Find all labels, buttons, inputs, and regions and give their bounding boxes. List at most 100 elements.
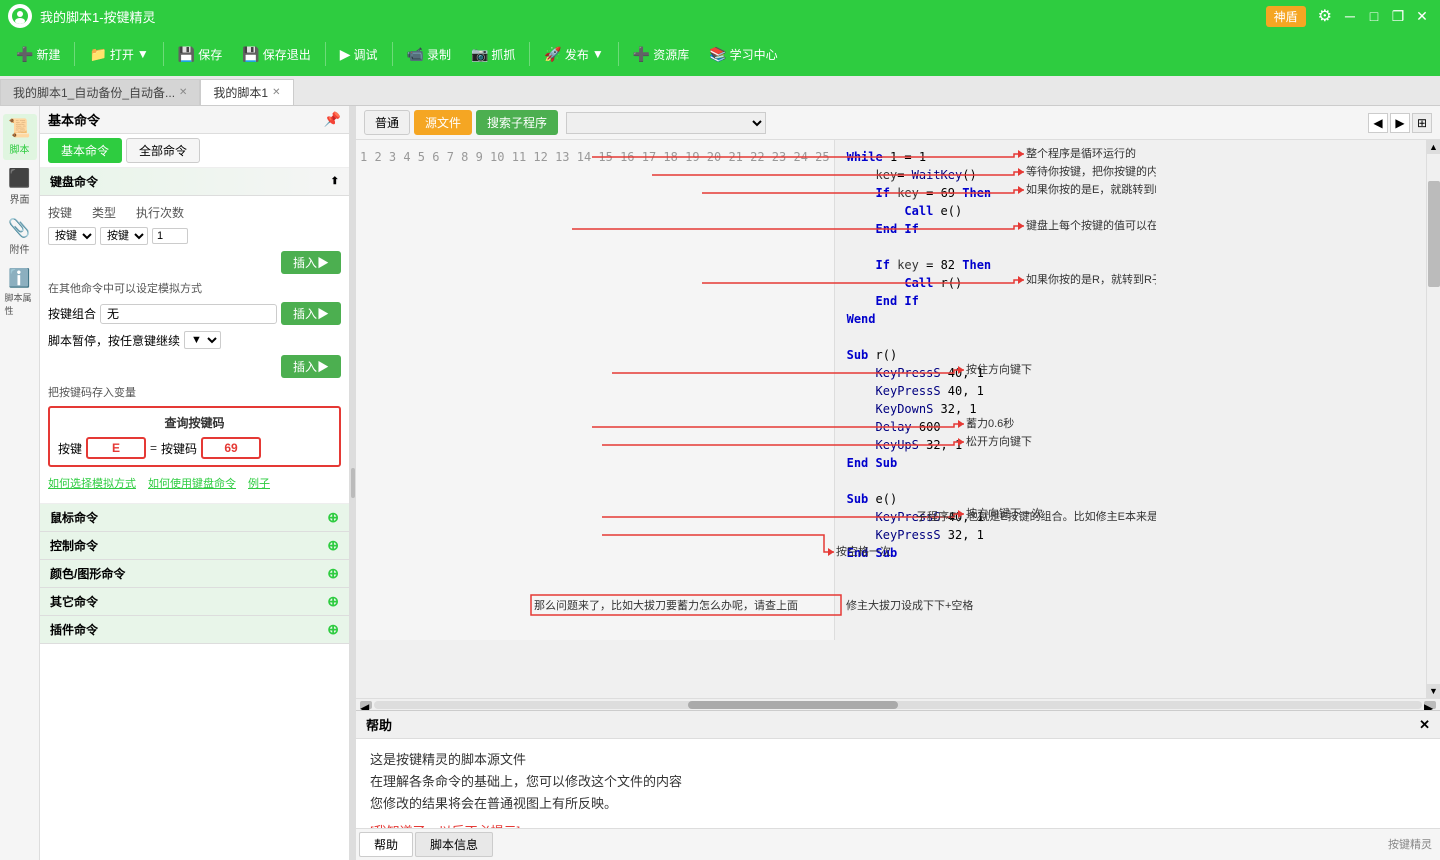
maximize-button[interactable]: □ [1364,6,1384,26]
tab-close-0[interactable]: ✕ [179,87,187,98]
app-icon [8,4,32,28]
watermark: 按键精灵 [1388,836,1432,852]
publish-button[interactable]: 🚀 发布 ▼ [536,42,611,67]
sep3 [325,42,326,66]
tab-label-1: 我的脚本1 [213,84,268,101]
left-panel-scroll[interactable]: 键盘命令 ⬆ 按键 类型 执行次数 按键 按键 [40,168,349,860]
lookup-key-input[interactable] [86,437,146,459]
sidebar-label-ui: 界面 [10,191,30,206]
combo-input[interactable] [100,304,277,324]
tab-0[interactable]: 我的脚本1_自动备份_自动备... ✕ [0,79,200,105]
resource-button[interactable]: ➕ 资源库 [625,42,697,67]
capture-button[interactable]: 📷 抓抓 [463,42,523,67]
debug-button[interactable]: ▶ 调试 [332,42,386,67]
help-header: 帮助 ✕ [356,711,1440,739]
panel-tab-all[interactable]: 全部命令 [126,138,200,163]
sidebar-item-attachment[interactable]: 📎 附件 [3,214,37,260]
tab-normal[interactable]: 普通 [364,110,410,135]
sep5 [529,42,530,66]
type-label: 类型 [92,204,132,221]
lookup-code-input[interactable] [201,437,261,459]
keyboard-section: 键盘命令 ⬆ 按键 类型 执行次数 按键 按键 [40,168,349,504]
panel-tabs: 基本命令 全部命令 [40,134,349,168]
code-scrollbar[interactable]: ◀ ▶ [356,698,1440,710]
help-close-icon[interactable]: ✕ [1419,717,1430,733]
other-section-header[interactable]: 其它命令 ⊕ [40,588,349,616]
learn-button[interactable]: 📚 学习中心 [701,42,785,67]
keyboard-chevron-icon: ⬆ [331,176,339,187]
prev-arrow[interactable]: ◀ [1368,113,1388,133]
sidebar-item-ui[interactable]: ⬛ 界面 [3,164,37,210]
scroll-thumb [1428,181,1440,287]
sidebar-item-properties[interactable]: ℹ️ 脚本属性 [3,264,37,321]
plugin-section-label: 插件命令 [50,621,98,638]
exec-input[interactable] [152,228,188,244]
control-section-header[interactable]: 控制命令 ⊕ [40,532,349,560]
code-editor-container: 1 2 3 4 5 6 7 8 9 10 11 12 13 14 15 16 1… [356,140,1440,698]
link-example[interactable]: 例子 [248,475,270,491]
other-chevron-icon: ⊕ [327,593,339,610]
record-button[interactable]: 📹 录制 [399,42,459,67]
tab-1[interactable]: 我的脚本1 ✕ [200,79,293,105]
minimize-button[interactable]: ─ [1340,6,1360,26]
save-exit-button[interactable]: 💾 保存退出 [234,42,318,67]
sep4 [392,42,393,66]
key-select[interactable]: 按键 [48,227,96,245]
search-select[interactable] [566,112,766,134]
hscroll-right-btn[interactable]: ▶ [1424,701,1436,709]
scroll-down-button[interactable]: ▼ [1427,684,1440,698]
save-exit-icon: 💾 [242,46,259,63]
other-section-label: 其它命令 [50,593,98,610]
scroll-up-button[interactable]: ▲ [1427,140,1440,154]
sidebar-icons: 📜 脚本 ⬛ 界面 📎 附件 ℹ️ 脚本属性 [0,106,40,860]
keyboard-section-header[interactable]: 键盘命令 ⬆ [40,168,349,196]
open-button[interactable]: 📁 打开 ▼ [81,42,156,67]
hscroll-left-btn[interactable]: ◀ [360,701,372,709]
code-content[interactable]: While 1 = 1 key= WaitKey() If key = 69 T… [835,140,1426,640]
plugin-section-header[interactable]: 插件命令 ⊕ [40,616,349,644]
code-editor-wrap[interactable]: 1 2 3 4 5 6 7 8 9 10 11 12 13 14 15 16 1… [356,140,1426,698]
key-insert-button[interactable]: 插入▶ [281,251,341,274]
link-howto[interactable]: 如何使用键盘命令 [148,475,236,491]
sidebar-item-script[interactable]: 📜 脚本 [3,114,37,160]
gear-icon[interactable]: ⚙ [1318,6,1332,26]
code-panel: 普通 源文件 搜索子程序 ◀ ▶ ⊞ 1 2 3 4 5 6 7 8 9 10 … [356,106,1440,860]
help-tab-help[interactable]: 帮助 [359,832,413,857]
save-button[interactable]: 💾 保存 [170,42,230,67]
tab-search[interactable]: 搜索子程序 [476,110,558,135]
tabbar: 我的脚本1_自动备份_自动备... ✕ 我的脚本1 ✕ [0,76,1440,106]
restore-button[interactable]: ❐ [1388,6,1408,26]
links-row: 如何选择模拟方式 如何使用键盘命令 例子 [48,475,341,491]
help-tab-info[interactable]: 脚本信息 [415,832,493,857]
next-arrow[interactable]: ▶ [1390,113,1410,133]
right-scrollbar[interactable]: ▲ ▼ [1426,140,1440,698]
color-section-header[interactable]: 颜色/图形命令 ⊕ [40,560,349,588]
scroll-track[interactable] [1427,154,1440,684]
tab-source[interactable]: 源文件 [414,110,472,135]
mouse-section-header[interactable]: 鼠标命令 ⊕ [40,504,349,532]
link-simmode[interactable]: 如何选择模拟方式 [48,475,136,491]
pause-row: 脚本暂停，按任意键继续 ▼ [48,331,341,349]
tab-close-1[interactable]: ✕ [272,87,280,98]
tab-label-0: 我的脚本1_自动备份_自动备... [13,84,175,101]
lookup-key-label: 按键 [58,440,82,457]
pause-select[interactable]: ▼ [184,331,221,349]
scrollbar-thumb [688,701,898,709]
panel-tab-basic[interactable]: 基本命令 [48,138,122,163]
combo-insert-button[interactable]: 插入▶ [281,302,341,325]
close-button[interactable]: ✕ [1412,6,1432,26]
search-dropdown[interactable] [566,112,766,134]
key-fields-row: 按键 类型 执行次数 [48,204,341,221]
sidebar-label-attachment: 附件 [10,241,30,256]
resource-icon: ➕ [633,46,650,63]
type-select[interactable]: 按键 [100,227,148,245]
control-section-label: 控制命令 [50,537,98,554]
main-area: 📜 脚本 ⬛ 界面 📎 附件 ℹ️ 脚本属性 基本命令 📌 基本命令 全部命令 [0,106,1440,860]
lookup-eq: = [150,441,157,455]
scrollbar-track[interactable] [374,701,1422,709]
pause-insert-button[interactable]: 插入▶ [281,355,341,378]
new-button[interactable]: ➕ 新建 [8,42,68,67]
key-note: 在其他命令中可以设定模拟方式 [48,280,341,302]
grid-button[interactable]: ⊞ [1412,113,1432,133]
key-values-row: 按键 按键 [48,227,341,245]
